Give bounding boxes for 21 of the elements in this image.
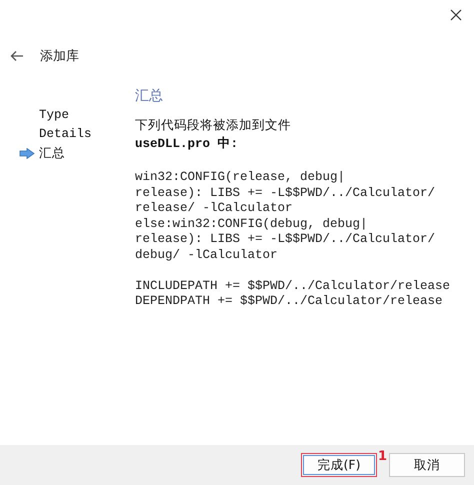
code-line: DEPENDPATH += $$PWD/../Calculator/release — [135, 294, 444, 310]
step-label: Details — [39, 127, 92, 142]
code-line: release/ -lCalculator — [135, 201, 294, 216]
page-heading: 汇总 — [135, 87, 164, 106]
code-line: release): LIBS += -L$$PWD/../Calculator/ — [135, 186, 436, 201]
file-name-text: useDLL.pro 中: — [135, 136, 240, 152]
step-label: 汇总 — [39, 145, 65, 162]
window-title: 添加库 — [40, 48, 79, 65]
finish-button[interactable]: 完成(F) — [301, 453, 377, 477]
annotation-number: 1 — [378, 449, 387, 464]
step-label: Type — [39, 108, 70, 122]
close-icon — [450, 9, 462, 21]
close-button[interactable] — [448, 7, 464, 23]
code-line: release): LIBS += -L$$PWD/../Calculator/ — [135, 232, 436, 248]
code-line: else:win32:CONFIG(debug, debug| — [135, 216, 369, 232]
back-arrow-icon — [10, 50, 24, 62]
intro-text: 下列代码段将被添加到文件 — [135, 117, 292, 134]
cancel-button[interactable]: 取消 — [389, 453, 465, 477]
code-line: win32:CONFIG(release, debug| — [135, 170, 346, 186]
code-line: INCLUDEPATH += $$PWD/../Calculator/release — [135, 278, 452, 294]
code-line: debug/ -lCalculator — [135, 248, 279, 263]
